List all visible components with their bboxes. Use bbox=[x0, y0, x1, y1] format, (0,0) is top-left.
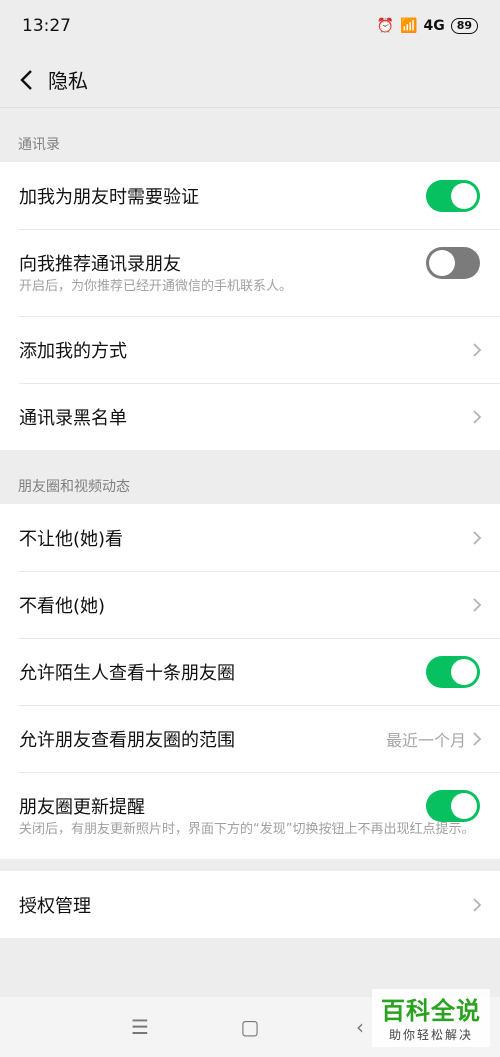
row-label: 朋友圈更新提醒 bbox=[19, 796, 145, 818]
section-gap bbox=[0, 859, 500, 871]
stranger-ten-posts-toggle[interactable] bbox=[426, 655, 480, 688]
moments-update-reminder-toggle[interactable] bbox=[426, 789, 480, 822]
auth-group: 授权管理 bbox=[0, 871, 500, 938]
nav-bar: 隐私 bbox=[0, 52, 500, 108]
row-label: 不让他(她)看 bbox=[19, 528, 124, 550]
row-moments-update-reminder: 朋友圈更新提醒 关闭后，有朋友更新照片时，界面下方的“发现”切换按钮上不再出现红… bbox=[0, 772, 500, 859]
watermark-subtitle: 助你轻松解决 bbox=[388, 1028, 473, 1042]
recommend-contacts-toggle[interactable] bbox=[426, 246, 480, 279]
section-header-moments: 朋友圈和视频动态 bbox=[18, 479, 130, 495]
row-label: 允许朋友查看朋友圈的范围 bbox=[19, 729, 235, 751]
row-hide-my-posts[interactable]: 不让他(她)看 bbox=[0, 504, 500, 571]
row-label: 通讯录黑名单 bbox=[19, 407, 127, 429]
section-header-contacts: 通讯录 bbox=[18, 137, 60, 153]
chevron-right-icon bbox=[473, 731, 482, 746]
row-label: 添加我的方式 bbox=[19, 340, 127, 362]
row-description: 开启后，为你推荐已经开通微信的手机联系人。 bbox=[19, 279, 293, 294]
page-title: 隐私 bbox=[48, 69, 88, 93]
chevron-right-icon bbox=[473, 530, 482, 545]
back-icon[interactable]: ‹ bbox=[345, 1015, 375, 1039]
status-time: 13:27 bbox=[22, 16, 71, 36]
network-type: 4G bbox=[423, 18, 445, 34]
row-label: 向我推荐通讯录朋友 bbox=[19, 253, 181, 275]
chevron-right-icon bbox=[473, 342, 482, 357]
row-label: 授权管理 bbox=[19, 895, 91, 917]
row-label: 允许陌生人查看十条朋友圈 bbox=[19, 662, 235, 684]
back-button[interactable] bbox=[14, 65, 38, 95]
chevron-left-icon bbox=[20, 69, 32, 90]
row-description: 关闭后，有朋友更新照片时，界面下方的“发现”切换按钮上不再出现红点提示。 bbox=[19, 822, 475, 837]
row-contacts-blacklist[interactable]: 通讯录黑名单 bbox=[0, 383, 500, 450]
friend-verification-toggle[interactable] bbox=[426, 179, 480, 212]
menu-icon[interactable]: ☰ bbox=[125, 1015, 155, 1039]
row-hide-their-posts[interactable]: 不看他(她) bbox=[0, 571, 500, 638]
row-recommend-contacts: 向我推荐通讯录朋友 开启后，为你推荐已经开通微信的手机联系人。 bbox=[0, 229, 500, 316]
row-friend-view-range[interactable]: 允许朋友查看朋友圈的范围 最近一个月 bbox=[0, 705, 500, 772]
row-add-me-methods[interactable]: 添加我的方式 bbox=[0, 316, 500, 383]
row-auth-management[interactable]: 授权管理 bbox=[0, 871, 500, 938]
row-friend-verification: 加我为朋友时需要验证 bbox=[0, 162, 500, 229]
watermark: 百科全说 助你轻松解决 bbox=[372, 989, 490, 1047]
status-bar: 13:27 ⏰ 📶 4G 89 bbox=[0, 0, 500, 52]
row-label: 加我为朋友时需要验证 bbox=[19, 186, 199, 208]
alarm-icon: ⏰ bbox=[376, 18, 395, 34]
row-stranger-ten-posts: 允许陌生人查看十条朋友圈 bbox=[0, 638, 500, 705]
battery-icon: 89 bbox=[450, 18, 478, 34]
chevron-right-icon bbox=[473, 897, 482, 912]
chevron-right-icon bbox=[473, 409, 482, 424]
row-value: 最近一个月 bbox=[385, 730, 466, 750]
signal-icon: 📶 bbox=[400, 18, 418, 34]
contacts-group: 加我为朋友时需要验证 向我推荐通讯录朋友 开启后，为你推荐已经开通微信的手机联系… bbox=[0, 162, 500, 450]
watermark-title: 百科全说 bbox=[381, 997, 481, 1025]
home-icon[interactable]: ▢ bbox=[235, 1015, 265, 1039]
status-icons: ⏰ 📶 4G 89 bbox=[377, 18, 478, 34]
row-label: 不看他(她) bbox=[19, 595, 106, 617]
chevron-right-icon bbox=[473, 597, 482, 612]
moments-group: 不让他(她)看 不看他(她) 允许陌生人查看十条朋友圈 允许朋友查看朋友圈的范围… bbox=[0, 504, 500, 859]
